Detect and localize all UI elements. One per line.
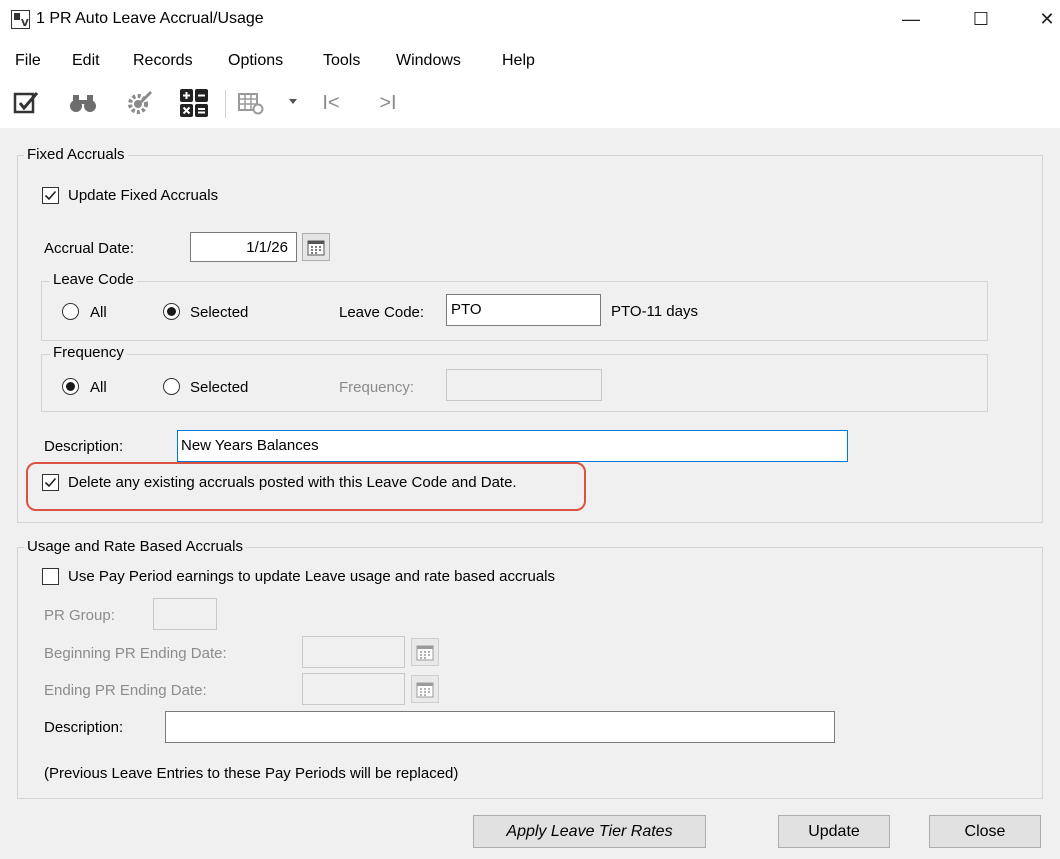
usage-description-label: Description: (44, 719, 124, 736)
leave-all-radio[interactable] (62, 303, 79, 320)
leave-selected-radio[interactable] (163, 303, 180, 320)
use-pay-period-label: Use Pay Period earnings to update Leave … (68, 568, 555, 585)
menu-edit[interactable]: Edit (72, 52, 100, 70)
menu-help[interactable]: Help (502, 52, 535, 70)
update-button[interactable]: Update (778, 815, 890, 848)
calendar-icon[interactable] (302, 233, 330, 261)
update-fixed-accruals-checkbox[interactable] (42, 187, 59, 204)
minimize-button[interactable]: — (888, 4, 934, 34)
leave-selected-label: Selected (190, 304, 249, 321)
svg-text:V: V (21, 18, 29, 29)
settings-gear-icon[interactable] (122, 88, 156, 118)
fixed-accruals-label: Fixed Accruals (24, 146, 128, 163)
frequency-group-label: Frequency (50, 344, 127, 361)
accrual-date-field[interactable]: 1/1/26 (190, 232, 297, 262)
leave-code-description: PTO-11 days (611, 303, 698, 320)
window-title: 1 PR Auto Leave Accrual/Usage (36, 10, 264, 27)
ending-pr-ending-date-field[interactable] (302, 673, 405, 705)
ending-pr-ending-date-label: Ending PR Ending Date: (44, 682, 207, 699)
close-window-button[interactable]: ✕ (1024, 4, 1060, 34)
leave-code-label: Leave Code: (339, 304, 425, 321)
leave-code-group-label: Leave Code (50, 271, 137, 288)
highlight-annotation (26, 462, 586, 511)
app-icon: V (11, 10, 30, 29)
grid-settings-icon[interactable] (234, 88, 268, 118)
calendar-icon[interactable] (411, 638, 439, 666)
fixed-description-label: Description: (44, 438, 124, 455)
maximize-button[interactable]: ☐ (958, 4, 1004, 34)
menu-options[interactable]: Options (228, 52, 283, 70)
calculator-icon[interactable] (176, 88, 212, 118)
usage-description-field[interactable] (165, 711, 835, 743)
edit-checklist-icon[interactable] (10, 88, 44, 118)
apply-leave-tier-rates-button[interactable]: Apply Leave Tier Rates (473, 815, 706, 848)
last-record-icon[interactable]: >I (373, 88, 403, 118)
pr-group-field[interactable] (153, 598, 217, 630)
replacement-note: (Previous Leave Entries to these Pay Per… (44, 765, 459, 782)
frequency-all-label: All (90, 379, 107, 396)
first-record-icon[interactable]: I< (316, 88, 346, 118)
leave-all-label: All (90, 304, 107, 321)
frequency-selected-label: Selected (190, 379, 249, 396)
dropdown-arrow-icon[interactable] (289, 99, 297, 104)
leave-code-field[interactable]: PTO (446, 294, 601, 326)
menu-windows[interactable]: Windows (396, 52, 461, 70)
pr-group-label: PR Group: (44, 607, 115, 624)
frequency-selected-radio[interactable] (163, 378, 180, 395)
menu-records[interactable]: Records (133, 52, 193, 70)
toolbar-separator (225, 90, 226, 118)
menu-file[interactable]: File (15, 52, 41, 70)
frequency-field[interactable] (446, 369, 602, 401)
beginning-pr-ending-date-field[interactable] (302, 636, 405, 668)
calendar-icon[interactable] (411, 675, 439, 703)
use-pay-period-checkbox[interactable] (42, 568, 59, 585)
accrual-date-label: Accrual Date: (44, 240, 135, 257)
fixed-description-field[interactable]: New Years Balances (177, 430, 848, 462)
beginning-pr-ending-date-label: Beginning PR Ending Date: (44, 645, 227, 662)
usage-accruals-label: Usage and Rate Based Accruals (24, 538, 246, 555)
close-button[interactable]: Close (929, 815, 1041, 848)
binoculars-icon[interactable] (66, 88, 100, 118)
frequency-all-radio[interactable] (62, 378, 79, 395)
menu-tools[interactable]: Tools (323, 52, 360, 70)
frequency-label: Frequency: (339, 379, 415, 396)
update-fixed-accruals-label: Update Fixed Accruals (68, 187, 219, 204)
